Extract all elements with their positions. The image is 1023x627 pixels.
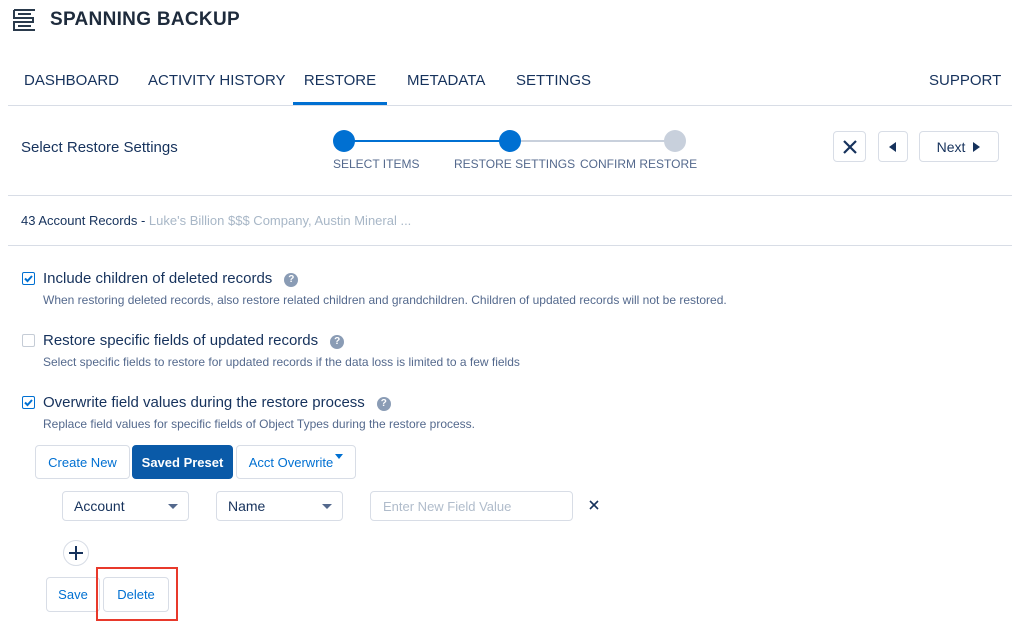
step-dot-restore-settings bbox=[499, 130, 521, 152]
nav-settings[interactable]: SETTINGS bbox=[516, 62, 591, 105]
remove-row-close-icon[interactable] bbox=[587, 498, 601, 512]
new-field-value-input[interactable] bbox=[370, 491, 573, 521]
object-type-select[interactable]: Account bbox=[62, 491, 189, 521]
back-arrow-icon bbox=[889, 141, 896, 152]
nav-support[interactable]: SUPPORT bbox=[929, 62, 1001, 105]
restore-specific-fields-label: Restore specific fields of updated recor… bbox=[43, 332, 319, 349]
progress-line-todo bbox=[511, 140, 675, 142]
field-value: Name bbox=[228, 498, 266, 514]
preset-dropdown[interactable]: Acct Overwrite bbox=[236, 445, 356, 479]
next-step-button[interactable]: Next bbox=[919, 131, 999, 162]
forward-arrow-icon bbox=[973, 141, 981, 152]
add-row-button[interactable] bbox=[63, 540, 89, 566]
caret-down-icon bbox=[335, 454, 344, 459]
restore-steps-bar: Select Restore Settings SELECT ITEMS RES… bbox=[8, 106, 1012, 196]
progress-line-done bbox=[345, 140, 511, 142]
option-title: Restore specific fields of updated recor… bbox=[43, 332, 345, 349]
include-children-checkbox[interactable] bbox=[22, 272, 35, 285]
delete-button[interactable]: Delete bbox=[103, 577, 169, 612]
chevron-down-icon bbox=[322, 504, 332, 509]
chevron-down-icon bbox=[168, 504, 178, 509]
selected-records-bar: 43 Account Records - Luke's Billion $$$ … bbox=[8, 196, 1012, 246]
step-title: Select Restore Settings bbox=[21, 139, 178, 156]
include-children-description: When restoring deleted records, also res… bbox=[43, 293, 727, 307]
checkmark-icon bbox=[24, 399, 33, 407]
restore-specific-fields-checkbox[interactable] bbox=[22, 334, 35, 347]
saved-preset-button[interactable]: Saved Preset bbox=[132, 445, 233, 479]
checkmark-icon bbox=[24, 275, 33, 283]
step-dot-confirm-restore bbox=[664, 130, 686, 152]
nav-restore[interactable]: RESTORE bbox=[293, 62, 387, 105]
step-dot-select-items bbox=[333, 130, 355, 152]
overwrite-field-values-label: Overwrite field values during the restor… bbox=[43, 394, 365, 411]
records-count: 43 Account Records - bbox=[21, 213, 146, 228]
previous-step-button[interactable] bbox=[878, 131, 908, 162]
step-label-restore-settings: RESTORE SETTINGS bbox=[454, 157, 576, 171]
create-new-preset-button[interactable]: Create New bbox=[35, 445, 130, 479]
main-nav: DASHBOARD ACTIVITY HISTORY RESTORE METAD… bbox=[8, 62, 1012, 106]
option-title: Overwrite field values during the restor… bbox=[43, 394, 391, 411]
app-title: SPANNING BACKUP bbox=[50, 9, 240, 30]
help-icon[interactable]: ? bbox=[376, 397, 391, 411]
overwrite-field-values-description: Replace field values for specific fields… bbox=[43, 417, 475, 431]
option-title: Include children of deleted records? bbox=[43, 270, 299, 287]
help-icon[interactable]: ? bbox=[330, 335, 345, 349]
nav-dashboard[interactable]: DASHBOARD bbox=[24, 62, 119, 105]
spanning-logo-icon bbox=[13, 9, 35, 31]
step-label-select-items: SELECT ITEMS bbox=[333, 157, 420, 171]
close-icon bbox=[842, 139, 857, 154]
object-type-value: Account bbox=[74, 498, 125, 514]
plus-icon bbox=[69, 546, 83, 560]
step-label-confirm-restore: CONFIRM RESTORE bbox=[580, 157, 698, 171]
preset-name: Acct Overwrite bbox=[248, 454, 334, 470]
help-icon[interactable]: ? bbox=[284, 273, 299, 287]
include-children-label: Include children of deleted records bbox=[43, 270, 273, 287]
field-select[interactable]: Name bbox=[216, 491, 343, 521]
overwrite-field-values-checkbox[interactable] bbox=[22, 396, 35, 409]
nav-activity-history[interactable]: ACTIVITY HISTORY bbox=[148, 62, 286, 105]
nav-metadata[interactable]: METADATA bbox=[407, 62, 485, 105]
next-button-label: Next bbox=[936, 138, 966, 155]
restore-specific-fields-description: Select specific fields to restore for up… bbox=[43, 355, 520, 369]
records-names: Luke's Billion $$$ Company, Austin Miner… bbox=[148, 213, 412, 228]
records-summary: 43 Account Records - Luke's Billion $$$ … bbox=[21, 213, 411, 228]
save-button[interactable]: Save bbox=[46, 577, 100, 612]
cancel-restore-button[interactable] bbox=[833, 131, 866, 162]
app-header: SPANNING BACKUP bbox=[12, 6, 240, 34]
